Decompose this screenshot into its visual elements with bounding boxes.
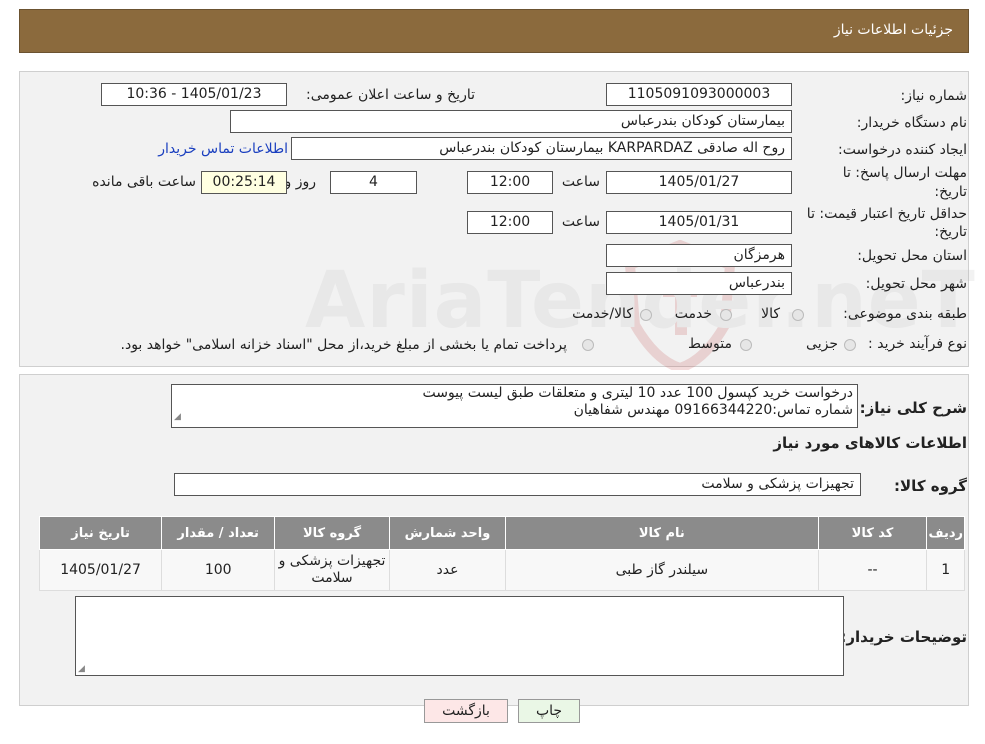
process-label: نوع فرآیند خرید :: [868, 336, 967, 352]
province-field[interactable]: هرمزگان: [606, 244, 792, 267]
cell-name: سیلندر گاز طبی: [505, 549, 819, 591]
page-header: جزئیات اطلاعات نیاز: [19, 9, 969, 53]
category-goods-radio[interactable]: [792, 309, 804, 321]
buyer-org-label: نام دستگاه خریدار:: [856, 115, 967, 131]
description-line-2: شماره تماس:09166344220 مهندس شفاهیان: [573, 402, 853, 418]
category-goods-service-label: کالا/خدمت: [572, 306, 633, 322]
column-header-code: کد کالا: [817, 516, 928, 550]
column-header-unit: واحد شمارش: [388, 516, 507, 550]
column-header-row-number: ردیف: [926, 516, 965, 550]
deadline-label-2: تاریخ:: [934, 184, 967, 200]
validity-time-field[interactable]: 12:00: [467, 211, 553, 234]
cell-group: تجهیزات پزشکی و سلامت: [274, 549, 390, 591]
column-header-name: نام کالا: [505, 516, 819, 550]
validity-label-2: تاریخ:: [934, 224, 967, 240]
process-medium-label: متوسط: [688, 336, 732, 352]
buyer-contact-link[interactable]: اطلاعات تماس خریدار: [158, 141, 288, 157]
days-field[interactable]: 4: [330, 171, 417, 194]
deadline-time-field[interactable]: 12:00: [467, 171, 553, 194]
process-note: پرداخت تمام یا بخشی از مبلغ خرید،از محل …: [120, 337, 567, 353]
category-goods-label: کالا: [761, 306, 780, 322]
back-button[interactable]: بازگشت: [424, 699, 508, 723]
goods-group-field[interactable]: تجهیزات پزشکی و سلامت: [174, 473, 861, 496]
need-number-field[interactable]: 1105091093000003: [606, 83, 792, 106]
resize-handle-icon[interactable]: ◢: [78, 664, 85, 674]
deadline-date-field[interactable]: 1405/01/27: [606, 171, 792, 194]
remaining-label: ساعت باقی مانده: [92, 174, 196, 190]
cell-unit: عدد: [388, 549, 507, 591]
buyer-notes-textarea[interactable]: ◢: [75, 596, 844, 676]
category-service-label: خدمت: [674, 306, 712, 322]
announce-field[interactable]: 1405/01/23 - 10:36: [101, 83, 287, 106]
process-medium-radio[interactable]: [740, 339, 752, 351]
page-title: جزئیات اطلاعات نیاز: [833, 22, 953, 38]
cell-code: --: [817, 549, 928, 591]
process-minor-label: جزیی: [806, 336, 838, 352]
column-header-quantity: تعداد / مقدار: [161, 516, 276, 550]
validity-date-field[interactable]: 1405/01/31: [606, 211, 792, 234]
validity-hour-label: ساعت: [561, 214, 600, 230]
cell-quantity: 100: [161, 549, 276, 591]
category-service-radio[interactable]: [720, 309, 732, 321]
buyer-org-field[interactable]: بیمارستان کودکان بندرعباس: [230, 110, 792, 133]
need-number-label: شماره نیاز:: [900, 88, 968, 104]
description-line-1: درخواست خرید کپسول 100 عدد 10 لیتری و مت…: [422, 385, 853, 401]
column-header-group: گروه کالا: [274, 516, 390, 550]
goods-section-title: اطلاعات کالاهای مورد نیاز: [773, 434, 967, 452]
creator-label: ایجاد کننده درخواست:: [838, 142, 967, 158]
goods-table-header-row: ردیف کد کالا نام کالا واحد شمارش گروه کا…: [38, 516, 965, 550]
city-label: شهر محل تحویل:: [865, 276, 967, 292]
category-goods-service-radio[interactable]: [640, 309, 652, 321]
table-row: 1 -- سیلندر گاز طبی عدد تجهیزات پزشکی و …: [38, 549, 965, 591]
buyer-notes-label: توضیحات خریدار:: [840, 628, 967, 646]
validity-label: حداقل تاریخ اعتبار قیمت: تا: [806, 206, 967, 222]
process-minor-radio[interactable]: [844, 339, 856, 351]
deadline-label: مهلت ارسال پاسخ: تا: [842, 165, 967, 181]
cell-need-date: 1405/01/27: [38, 549, 163, 591]
creator-field[interactable]: روح اله صادقی KARPARDAZ بیمارستان کودکان…: [291, 137, 792, 160]
resize-handle-icon[interactable]: ◢: [174, 409, 181, 426]
print-button[interactable]: چاپ: [518, 699, 580, 723]
description-label: شرح کلی نیاز:: [859, 399, 967, 417]
description-textarea[interactable]: درخواست خرید کپسول 100 عدد 10 لیتری و مت…: [171, 384, 858, 428]
column-header-need-date: تاریخ نیاز: [38, 516, 163, 550]
city-field[interactable]: بندرعباس: [606, 272, 792, 295]
days-label: روز و: [284, 174, 317, 190]
remaining-time-field: 00:25:14: [201, 171, 287, 194]
cell-row-number: 1: [926, 549, 965, 591]
deadline-hour-label: ساعت: [561, 174, 600, 190]
process-treasury-checkbox[interactable]: [582, 339, 594, 351]
province-label: استان محل تحویل:: [857, 248, 967, 264]
announce-label: تاریخ و ساعت اعلان عمومی:: [306, 87, 475, 103]
goods-group-label: گروه کالا:: [894, 477, 967, 495]
goods-table: ردیف کد کالا نام کالا واحد شمارش گروه کا…: [38, 516, 965, 591]
category-label: طبقه بندی موضوعی:: [843, 306, 967, 322]
